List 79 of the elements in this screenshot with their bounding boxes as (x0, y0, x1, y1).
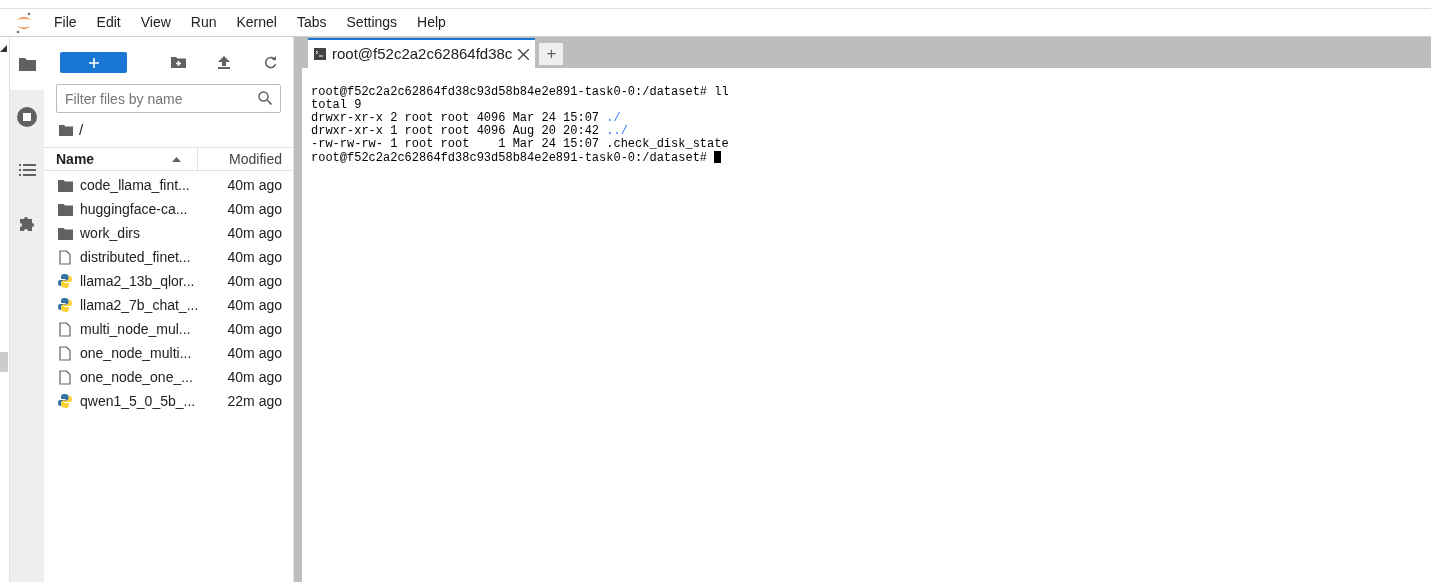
menu-item[interactable]: Settings (336, 12, 408, 33)
modified-time: 40m ago (227, 343, 282, 363)
file-name: distributed_finet... (80, 247, 192, 267)
refresh-icon (263, 55, 277, 69)
file-icon (59, 369, 71, 385)
plus-icon (88, 57, 99, 68)
file-icon (59, 321, 71, 337)
logo-icon (16, 11, 32, 34)
new-tab-button[interactable]: + (538, 42, 565, 66)
menu-item[interactable]: Help (407, 12, 456, 33)
modified-time: 40m ago (227, 247, 282, 267)
folder-icon (57, 202, 73, 216)
python-icon (58, 298, 72, 312)
file-row[interactable]: work_dirs 40m ago (44, 221, 293, 245)
file-name: llama2_7b_chat_... (80, 295, 200, 315)
stop-icon (17, 106, 37, 127)
modified-time: 40m ago (227, 295, 282, 315)
menu-item[interactable]: Edit (86, 12, 131, 33)
file-row[interactable]: one_node_multi... 40m ago (44, 341, 293, 365)
menu-item[interactable]: Kernel (226, 12, 287, 33)
file-row[interactable]: llama2_7b_chat_... 40m ago (44, 293, 293, 317)
terminal-line: total 9 (311, 98, 362, 112)
file-name: code_llama_fint... (80, 175, 191, 195)
menu-item[interactable]: File (44, 12, 87, 33)
scroll-handle[interactable] (0, 352, 8, 372)
breadcrumb-path[interactable]: / (79, 118, 84, 142)
menu-item[interactable]: Tabs (286, 12, 337, 33)
list-icon (18, 162, 36, 177)
folder-plus-icon (170, 56, 186, 68)
splitter-handle[interactable] (294, 37, 302, 582)
modified-time: 22m ago (227, 391, 282, 411)
filter-field[interactable]: Filter files by name (56, 84, 281, 113)
terminal-line: -rw-rw-rw- 1 root root 1 Mar 24 15:07 .check_disk_state (311, 137, 729, 151)
modified-time: 40m ago (227, 223, 282, 243)
file-row[interactable]: code_llama_fint... 40m ago (44, 173, 293, 197)
file-name: huggingface-ca... (80, 199, 189, 219)
upload-icon (218, 55, 230, 69)
collapse-arrow-icon[interactable] (0, 45, 7, 52)
file-name: work_dirs (80, 223, 141, 243)
terminal-line: drwxr-xr-x 1 root root 4096 Aug 20 20:42 ../ (311, 124, 628, 138)
file-name: qwen1_5_0_5b_... (80, 391, 197, 411)
python-icon (58, 394, 72, 408)
file-name: multi_node_mul... (80, 319, 192, 339)
column-header[interactable]: Modified (198, 148, 293, 170)
modified-time: 40m ago (227, 271, 282, 291)
file-row[interactable]: qwen1_5_0_5b_... 22m ago (44, 389, 293, 413)
file-name: llama2_13b_qlor... (80, 271, 196, 291)
folder-icon (57, 178, 73, 192)
terminal-line: root@f52c2a2c62864fd38c93d58b84e2e891-task0-0:/dataset# (311, 151, 709, 165)
file-row[interactable]: one_node_one_... 40m ago (44, 365, 293, 389)
folder-icon (59, 124, 73, 136)
search-icon (258, 91, 272, 105)
tab-label: root@f52c2a2c62864fd38c (332, 43, 513, 64)
file-icon (59, 345, 71, 361)
file-icon (59, 249, 71, 265)
terminal-line: drwxr-xr-x 2 root root 4096 Mar 24 15:07 ./ (311, 111, 621, 125)
terminal-line: root@f52c2a2c62864fd38c93d58b84e2e891-task0-0:/dataset# ll (311, 85, 729, 99)
menu-item[interactable]: View (130, 12, 181, 33)
modified-time: 40m ago (227, 175, 282, 195)
sort-arrow-icon (172, 156, 181, 162)
file-row[interactable]: huggingface-ca... 40m ago (44, 197, 293, 221)
terminal-icon (314, 48, 326, 60)
menu-item[interactable]: Run (180, 12, 227, 33)
file-name: one_node_one_... (80, 367, 194, 387)
file-name: one_node_multi... (80, 343, 193, 363)
column-header[interactable]: Name (44, 148, 198, 170)
new-launcher-button[interactable] (60, 51, 127, 73)
file-row[interactable]: llama2_13b_qlor... 40m ago (44, 269, 293, 293)
python-icon (58, 274, 72, 288)
folder-icon (18, 56, 36, 71)
modified-time: 40m ago (227, 367, 282, 387)
file-row[interactable]: distributed_finet... 40m ago (44, 245, 293, 269)
modified-time: 40m ago (227, 199, 282, 219)
terminal-tab[interactable]: root@f52c2a2c62864fd38c (308, 38, 536, 68)
folder-icon (57, 226, 73, 240)
file-browser-tab[interactable] (10, 37, 44, 90)
modified-time: 40m ago (227, 319, 282, 339)
file-row[interactable]: multi_node_mul... 40m ago (44, 317, 293, 341)
close-icon[interactable] (518, 48, 530, 60)
